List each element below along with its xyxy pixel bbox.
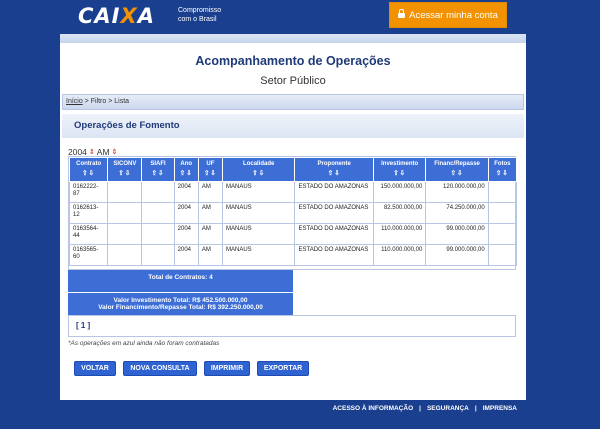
total-contracts: Total de Contratos: 4	[68, 270, 293, 292]
sort-arrows-icon[interactable]: ⇧⇩	[489, 169, 516, 177]
sort-arrows-icon[interactable]: ⇧⇩	[426, 169, 487, 177]
table-row[interactable]: 0162613-12 2004 AM MANAUS ESTADO DO AMAZ…	[68, 202, 518, 224]
tagline: Compromisso com o Brasil	[178, 7, 222, 23]
action-buttons: VOLTAR NOVA CONSULTA IMPRIMIR EXPORTAR	[74, 361, 309, 376]
page-link-1[interactable]: [ 1 ]	[76, 321, 90, 330]
lock-icon	[398, 8, 406, 19]
access-account-button[interactable]: Acessar minha conta	[389, 2, 507, 28]
total-values: Valor Investimento Total: R$ 452.500.000…	[68, 293, 293, 315]
panel-top-bar	[60, 34, 526, 43]
sort-arrows-icon[interactable]: ⇧⇩	[175, 169, 198, 177]
col-siafi[interactable]: SIAFI ⇧⇩	[141, 157, 175, 182]
col-uf[interactable]: UF ⇧⇩	[197, 157, 223, 182]
col-fotos[interactable]: Fotos ⇧⇩	[487, 157, 518, 182]
remove-uf-filter-icon[interactable]: ⇕	[112, 148, 118, 156]
print-button[interactable]: IMPRIMIR	[204, 361, 250, 376]
col-ano[interactable]: Ano ⇧⇩	[173, 157, 199, 182]
table-note: *As operações em azul ainda não foram co…	[68, 340, 220, 347]
section-title: Operações de Fomento	[62, 114, 524, 138]
breadcrumb-home-link[interactable]: Início	[66, 98, 83, 105]
col-siconv[interactable]: SICONV ⇧⇩	[107, 157, 143, 182]
sort-arrows-icon[interactable]: ⇧⇩	[70, 169, 107, 177]
sort-arrows-icon[interactable]: ⇧⇩	[142, 169, 173, 177]
pagination: [ 1 ]	[68, 315, 516, 337]
col-proponente[interactable]: Proponente ⇧⇩	[294, 157, 374, 182]
new-query-button[interactable]: NOVA CONSULTA	[123, 361, 197, 376]
operations-table: Contrato ⇧⇩ SICONV ⇧⇩ SIAFI ⇧⇩ Ano ⇧⇩ UF ⇧⇩ L…	[68, 156, 518, 270]
footer-link-press[interactable]: IMPRENSA	[483, 405, 517, 412]
main-panel: Acompanhamento de Operações Setor Públic…	[60, 34, 526, 400]
sort-arrows-icon[interactable]: ⇧⇩	[223, 169, 294, 177]
page-subtitle: Setor Público	[260, 75, 326, 87]
table-header-row: Contrato ⇧⇩ SICONV ⇧⇩ SIAFI ⇧⇩ Ano ⇧⇩ UF ⇧⇩ L…	[68, 157, 518, 182]
table-row[interactable]: 0163564-44 2004 AM MANAUS ESTADO DO AMAZ…	[68, 223, 518, 245]
remove-year-filter-icon[interactable]: ⇕	[89, 148, 95, 156]
sort-arrows-icon[interactable]: ⇧⇩	[374, 169, 425, 177]
sort-arrows-icon[interactable]: ⇧⇩	[108, 169, 141, 177]
breadcrumb-list: Lista	[114, 98, 130, 105]
col-investimento[interactable]: Investimento ⇧⇩	[372, 157, 427, 182]
back-button[interactable]: VOLTAR	[74, 361, 116, 376]
breadcrumb: Início > Filtro > Lista	[62, 94, 524, 110]
table-row[interactable]: 0163565-60 2004 AM MANAUS ESTADO DO AMAZ…	[68, 244, 518, 266]
page-title: Acompanhamento de Operações	[195, 54, 391, 68]
col-financ-repasse[interactable]: Financ/Repasse ⇧⇩	[425, 157, 489, 182]
col-contrato[interactable]: Contrato ⇧⇩	[68, 157, 109, 182]
footer-links: ACESSO À INFORMAÇÃO | SEGURANÇA | IMPREN…	[332, 405, 517, 412]
footer-link-info[interactable]: ACESSO À INFORMAÇÃO	[333, 405, 414, 412]
totals-box: Total de Contratos: 4 Valor Investimento…	[68, 270, 293, 315]
caixa-logo[interactable]: CAIXA	[78, 4, 155, 28]
export-button[interactable]: EXPORTAR	[257, 361, 309, 376]
table-row[interactable]: 0162222-87 2004 AM MANAUS ESTADO DO AMAZ…	[68, 181, 518, 203]
footer-link-security[interactable]: SEGURANÇA	[427, 405, 469, 412]
breadcrumb-filter[interactable]: Filtro	[91, 98, 107, 105]
sort-arrows-icon[interactable]: ⇧⇩	[199, 169, 222, 177]
top-header: CAIXA Compromisso com o Brasil Acessar m…	[0, 0, 600, 32]
sort-arrows-icon[interactable]: ⇧⇩	[295, 169, 373, 177]
col-localidade[interactable]: Localidade ⇧⇩	[221, 157, 296, 182]
